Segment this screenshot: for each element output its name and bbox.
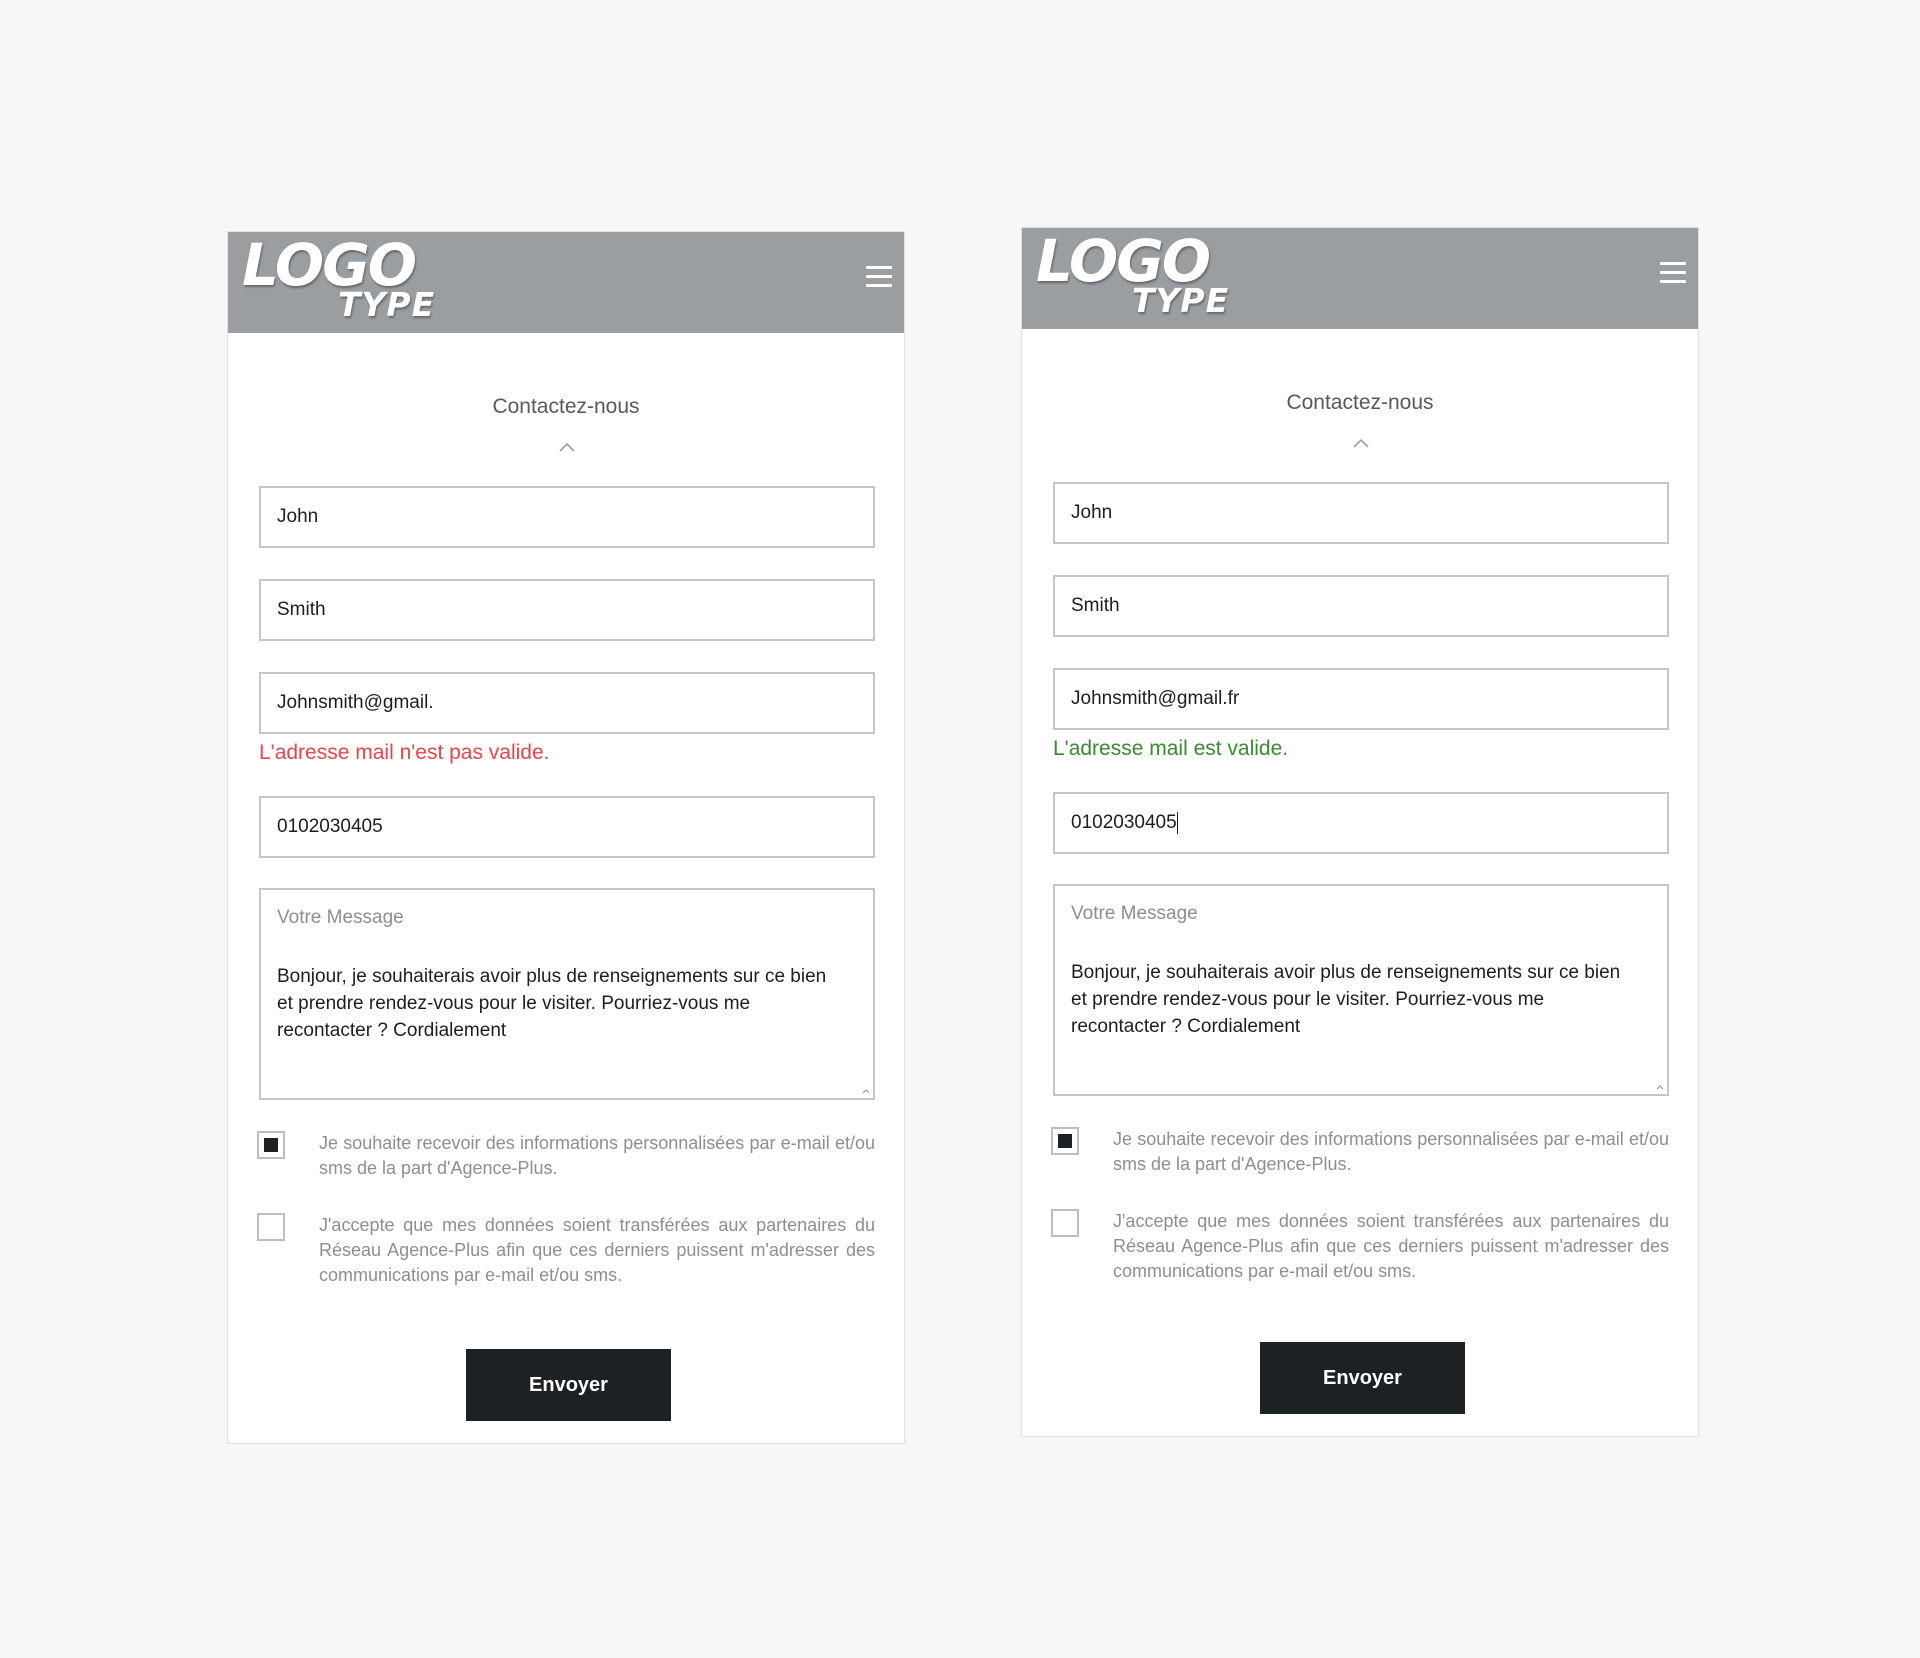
section-title: Contactez-nous (1286, 391, 1434, 414)
consent-marketing-label: Je souhaite recevoir des informations pe… (319, 1133, 875, 1178)
resize-handle-icon[interactable] (1656, 1083, 1664, 1091)
checkbox-checked-icon[interactable] (257, 1131, 285, 1159)
message-textarea[interactable]: Votre Message Bonjour, je souhaiterais a… (259, 888, 875, 1100)
email-validation-message: L'adresse mail est valide. (1053, 737, 1289, 760)
checkbox-checked-icon[interactable] (1051, 1127, 1079, 1155)
message-text: Bonjour, je souhaiterais avoir plus de r… (277, 966, 827, 1041)
site-header: LOGO TYPE (1022, 228, 1698, 329)
last-name-field[interactable] (259, 579, 875, 641)
section-title: Contactez-nous (492, 395, 640, 418)
checkbox-unchecked-icon[interactable] (1051, 1209, 1079, 1237)
site-header: LOGO TYPE (228, 232, 904, 333)
logo-text-bottom: TYPE (1132, 281, 1230, 320)
last-name-field[interactable] (1053, 575, 1669, 637)
first-name-field[interactable] (259, 486, 875, 548)
hamburger-menu-icon[interactable] (1660, 262, 1686, 286)
resize-handle-icon[interactable] (862, 1087, 870, 1095)
logo[interactable]: LOGO TYPE (242, 236, 442, 328)
message-textarea[interactable]: Votre Message Bonjour, je souhaiterais a… (1053, 884, 1669, 1096)
email-field[interactable] (259, 672, 875, 734)
logo-text-bottom: TYPE (338, 285, 436, 324)
first-name-field[interactable] (1053, 482, 1669, 544)
message-text: Bonjour, je souhaiterais avoir plus de r… (1071, 962, 1621, 1037)
mobile-screen-valid-email: LOGO TYPE Contactez-nous L'adresse mail … (1021, 227, 1699, 1437)
message-placeholder: Votre Message (1071, 903, 1198, 924)
message-placeholder: Votre Message (277, 907, 404, 928)
phone-field[interactable] (259, 796, 875, 858)
chevron-up-icon[interactable] (1352, 436, 1370, 450)
submit-button[interactable]: Envoyer (466, 1349, 671, 1421)
logo[interactable]: LOGO TYPE (1036, 232, 1236, 324)
email-field[interactable] (1053, 668, 1669, 730)
checkbox-unchecked-icon[interactable] (257, 1213, 285, 1241)
phone-field[interactable]: 0102030405 (1053, 792, 1669, 854)
email-validation-message: L'adresse mail n'est pas valide. (259, 741, 550, 764)
hamburger-menu-icon[interactable] (866, 266, 892, 290)
phone-value: 0102030405 (1071, 812, 1177, 833)
chevron-up-icon[interactable] (558, 440, 576, 454)
consent-marketing-label: Je souhaite recevoir des informations pe… (1113, 1129, 1669, 1174)
mobile-screen-invalid-email: LOGO TYPE Contactez-nous L'adresse mail … (227, 231, 905, 1444)
consent-partners-label: J'accepte que mes données soient transfé… (1113, 1211, 1669, 1281)
submit-button[interactable]: Envoyer (1260, 1342, 1465, 1414)
consent-partners-label: J'accepte que mes données soient transfé… (319, 1215, 875, 1285)
text-cursor (1176, 812, 1178, 834)
